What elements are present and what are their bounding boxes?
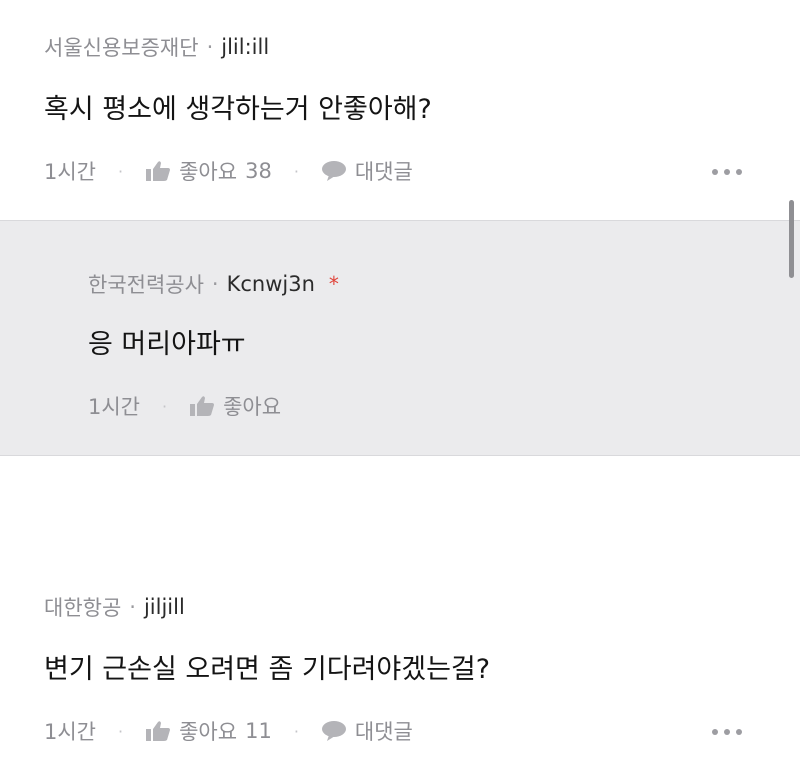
like-button[interactable]: 좋아요 11 (145, 716, 272, 746)
speech-bubble-icon (321, 720, 347, 742)
more-options-button[interactable] (712, 169, 742, 175)
reply-actions: 1시간 · 좋아요 (88, 391, 281, 421)
author-company: 서울신용보증재단 (44, 36, 199, 60)
reply-item: 한국전력공사 · Kcnwj3n * 응 머리아파ㅠ 1시간 · 좋아요 (0, 220, 800, 456)
like-button[interactable]: 좋아요 38 (145, 156, 272, 186)
comment-actions: 1시간 · 좋아요 11 · 대댓글 (44, 716, 413, 746)
reply-label: 대댓글 (354, 160, 413, 184)
thumbs-up-icon (145, 720, 171, 742)
comment-item: 서울신용보증재단 · jlil:ill 혹시 평소에 생각하는거 안좋아해? 1… (0, 0, 800, 220)
reply-text: 응 머리아파ㅠ (88, 329, 246, 360)
more-horizontal-icon (736, 169, 742, 175)
reply-button[interactable]: 대댓글 (321, 716, 413, 746)
action-separator: · (162, 396, 168, 416)
reply-time: 1시간 (88, 395, 141, 419)
comment-actions: 1시간 · 좋아요 38 · 대댓글 (44, 156, 413, 186)
author-nickname: jiljill (143, 595, 185, 619)
more-horizontal-icon (712, 169, 718, 175)
action-separator: · (118, 721, 124, 741)
comment-text: 변기 근손실 오려면 좀 기다려야겠는걸? (44, 654, 491, 685)
more-horizontal-icon (712, 729, 718, 735)
like-label: 좋아요 (223, 395, 282, 419)
like-count: 38 (245, 159, 272, 183)
more-horizontal-icon (724, 729, 730, 735)
comment-time: 1시간 (44, 160, 97, 184)
comment-item: 대한항공 · jiljill 변기 근손실 오려면 좀 기다려야겠는걸? 1시간… (0, 560, 800, 770)
reply-button[interactable]: 대댓글 (321, 156, 413, 186)
meta-separator: · (129, 595, 136, 619)
action-separator: · (118, 161, 124, 181)
like-label: 좋아요 (179, 160, 238, 184)
thumbs-up-icon (145, 160, 171, 182)
speech-bubble-icon (321, 160, 347, 182)
comment-author[interactable]: 서울신용보증재단 · jlil:ill (44, 32, 269, 62)
comment-author[interactable]: 대한항공 · jiljill (44, 592, 185, 622)
meta-separator: · (206, 35, 214, 59)
meta-separator: · (211, 272, 219, 296)
scrollbar[interactable] (789, 200, 794, 278)
more-horizontal-icon (724, 169, 730, 175)
original-poster-mark: * (328, 272, 339, 296)
author-company: 한국전력공사 (88, 273, 204, 297)
reply-author[interactable]: 한국전력공사 · Kcnwj3n * (88, 269, 339, 299)
author-company: 대한항공 (44, 596, 122, 620)
more-horizontal-icon (736, 729, 742, 735)
like-count: 11 (245, 719, 272, 743)
more-options-button[interactable] (712, 729, 742, 735)
comment-time: 1시간 (44, 720, 97, 744)
author-nickname: Kcnwj3n (226, 272, 315, 296)
thumbs-up-icon (189, 395, 215, 417)
action-separator: · (293, 721, 299, 741)
reply-label: 대댓글 (354, 720, 413, 744)
comment-text: 혹시 평소에 생각하는거 안좋아해? (44, 94, 432, 125)
like-label: 좋아요 (179, 720, 238, 744)
author-nickname: jlil:ill (221, 35, 270, 59)
like-button[interactable]: 좋아요 (189, 391, 281, 421)
action-separator: · (293, 161, 299, 181)
